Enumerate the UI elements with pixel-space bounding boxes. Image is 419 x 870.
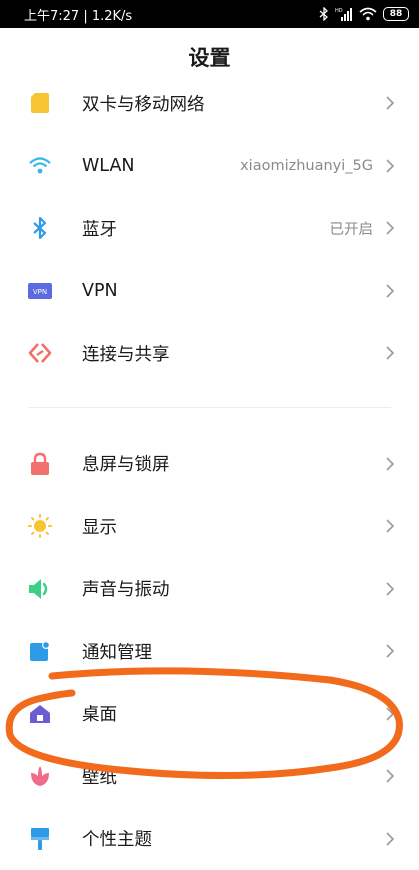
svg-text:VPN: VPN xyxy=(33,288,47,296)
settings-item-label: 桌面 xyxy=(82,701,117,726)
notification-icon xyxy=(28,639,52,663)
settings-item-vpn[interactable]: VPN VPN xyxy=(0,260,419,323)
settings-item-label: 蓝牙 xyxy=(82,216,117,241)
flower-icon xyxy=(28,764,52,788)
chevron-right-icon xyxy=(383,769,397,783)
home-icon xyxy=(28,702,52,726)
settings-item-label: 壁纸 xyxy=(82,764,117,789)
chevron-right-icon xyxy=(383,582,397,596)
chevron-right-icon xyxy=(383,284,397,298)
settings-item-bluetooth[interactable]: 蓝牙 已开启 xyxy=(0,197,419,260)
settings-item-label: 通知管理 xyxy=(82,639,152,664)
sun-icon xyxy=(28,514,52,538)
speaker-icon xyxy=(28,577,52,601)
settings-item-sound[interactable]: 声音与振动 xyxy=(0,558,419,621)
brush-icon xyxy=(28,827,52,851)
status-bar: 上午7:27 | 1.2K/s HD 88 xyxy=(0,0,419,28)
sim-card-icon xyxy=(28,91,52,115)
lock-icon xyxy=(28,452,52,476)
page-title: 设置 xyxy=(0,40,419,76)
chevron-right-icon xyxy=(383,159,397,173)
chevron-right-icon xyxy=(383,644,397,658)
chevron-right-icon xyxy=(383,707,397,721)
settings-item-value: xiaomizhuanyi_5G xyxy=(240,158,373,174)
settings-item-label: 息屏与锁屏 xyxy=(82,451,170,476)
settings-item-label: WLAN xyxy=(82,156,135,176)
settings-item-label: 声音与振动 xyxy=(82,576,170,601)
settings-list: 双卡与移动网络 WLAN xiaomizhuanyi_5G 蓝牙 已开启 VPN xyxy=(0,72,419,870)
settings-item-dual-sim[interactable]: 双卡与移动网络 xyxy=(0,72,419,135)
chevron-right-icon xyxy=(383,832,397,846)
vpn-icon: VPN xyxy=(28,279,52,303)
wifi-icon xyxy=(28,154,52,178)
chevron-right-icon xyxy=(383,96,397,110)
settings-item-desktop[interactable]: 桌面 xyxy=(0,683,419,746)
settings-item-lock-screen[interactable]: 息屏与锁屏 xyxy=(0,433,419,496)
chevron-right-icon xyxy=(383,346,397,360)
bluetooth-status-icon xyxy=(319,7,329,21)
chevron-right-icon xyxy=(383,221,397,235)
chevron-right-icon xyxy=(383,519,397,533)
wifi-status-icon xyxy=(359,7,377,21)
bluetooth-icon xyxy=(28,216,52,240)
settings-item-display[interactable]: 显示 xyxy=(0,495,419,558)
settings-item-label: 显示 xyxy=(82,514,117,539)
settings-item-label: 连接与共享 xyxy=(82,341,170,366)
settings-item-themes[interactable]: 个性主题 xyxy=(0,808,419,870)
settings-item-connection-share[interactable]: 连接与共享 xyxy=(0,322,419,385)
battery-icon: 88 xyxy=(383,7,409,21)
settings-item-label: 双卡与移动网络 xyxy=(82,91,205,116)
settings-item-value: 已开启 xyxy=(330,218,374,239)
connection-share-icon xyxy=(28,341,52,365)
svg-text:HD: HD xyxy=(335,8,343,14)
status-time-speed: 上午7:27 | 1.2K/s xyxy=(24,5,132,24)
settings-item-wlan[interactable]: WLAN xiaomizhuanyi_5G xyxy=(0,135,419,198)
signal-icon: HD xyxy=(335,7,353,21)
settings-item-label: 个性主题 xyxy=(82,826,152,851)
chevron-right-icon xyxy=(383,457,397,471)
settings-item-wallpaper[interactable]: 壁纸 xyxy=(0,745,419,808)
settings-item-notifications[interactable]: 通知管理 xyxy=(0,620,419,683)
status-icons: HD 88 xyxy=(319,7,409,21)
settings-item-label: VPN xyxy=(82,281,118,301)
section-divider xyxy=(0,385,419,433)
